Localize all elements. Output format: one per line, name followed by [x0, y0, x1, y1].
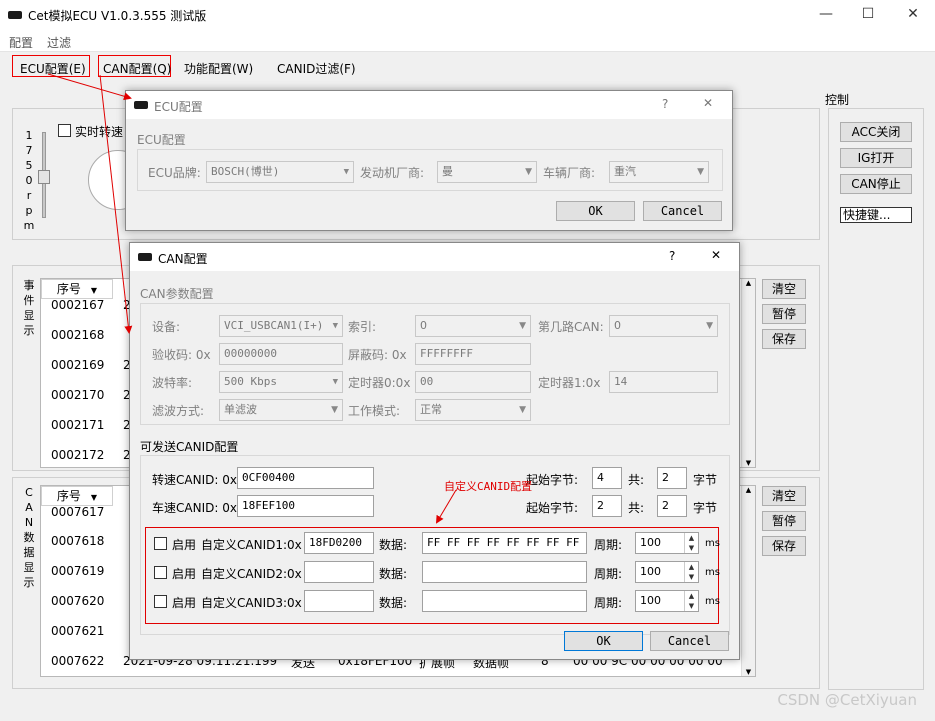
annotation-arrows [47, 73, 457, 524]
arrow-to-custom-canid [435, 489, 457, 524]
watermark: CSDN @CetXiyuan [777, 691, 917, 709]
arrow-to-ecu-dialog [47, 73, 132, 101]
arrow-to-can-dialog [99, 74, 133, 334]
